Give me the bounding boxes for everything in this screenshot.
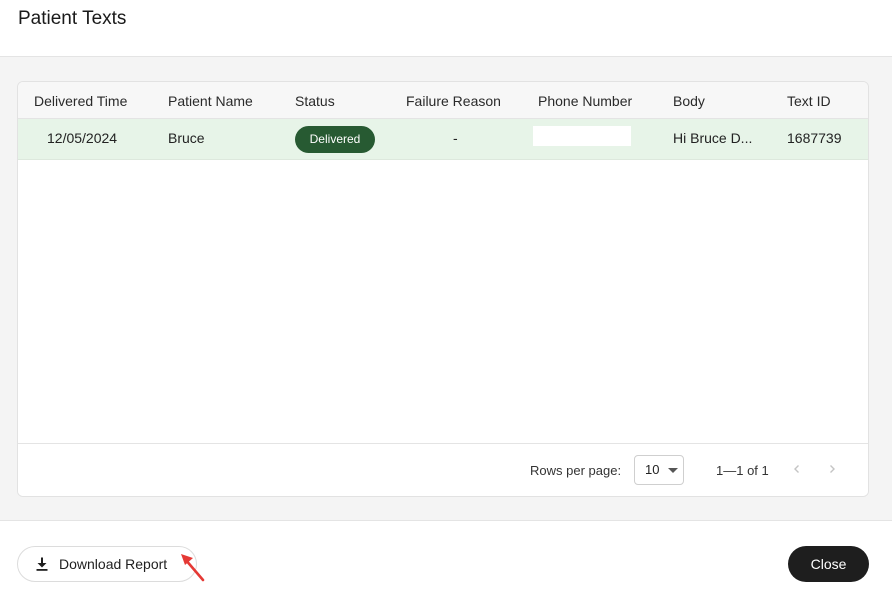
column-header-failure-reason[interactable]: Failure Reason	[406, 93, 501, 109]
cell-text-id: 1687739	[787, 130, 842, 146]
column-header-status[interactable]: Status	[295, 93, 335, 109]
status-badge: Delivered	[295, 126, 375, 153]
close-button[interactable]: Close	[788, 546, 869, 582]
dialog-body: Delivered Time Patient Name Status Failu…	[0, 57, 892, 521]
dialog-title: Patient Texts	[18, 8, 127, 29]
dialog-header: Patient Texts	[0, 0, 892, 57]
download-report-label: Download Report	[59, 556, 168, 572]
rows-per-page-label: Rows per page:	[530, 463, 622, 478]
column-header-phone-number[interactable]: Phone Number	[538, 93, 632, 109]
download-report-button[interactable]: Download Report	[17, 546, 197, 582]
cell-phone-number-redacted	[533, 126, 631, 146]
table-pagination: Rows per page: 10 1—1 of 1	[18, 443, 868, 496]
previous-page-button[interactable]	[787, 459, 807, 479]
rows-per-page-select[interactable]: 10	[634, 455, 684, 485]
cell-body: Hi Bruce D...	[673, 130, 753, 146]
cell-failure-reason: -	[453, 130, 458, 146]
cell-delivered-time: 12/05/2024	[47, 130, 118, 146]
next-page-button[interactable]	[822, 459, 842, 479]
cell-patient-name: Bruce	[168, 130, 205, 146]
rows-per-page-value: 10	[645, 462, 660, 477]
pagination-range: 1—1 of 1	[716, 463, 769, 478]
column-header-text-id[interactable]: Text ID	[787, 93, 831, 109]
red-arrow-annotation-icon	[181, 554, 205, 582]
download-icon	[36, 557, 48, 571]
column-header-patient-name[interactable]: Patient Name	[168, 93, 253, 109]
dialog-footer: Download Report Close	[0, 522, 892, 600]
caret-down-icon	[668, 468, 678, 473]
table-row[interactable]: 12/05/2024 Bruce Delivered - Hi Bruce D.…	[18, 119, 868, 160]
column-header-delivered-time[interactable]: Delivered Time	[34, 93, 127, 109]
patient-texts-table: Delivered Time Patient Name Status Failu…	[17, 81, 869, 497]
chevron-right-icon	[830, 465, 835, 473]
column-header-body[interactable]: Body	[673, 93, 705, 109]
table-header: Delivered Time Patient Name Status Failu…	[18, 82, 868, 119]
chevron-left-icon	[794, 465, 799, 473]
